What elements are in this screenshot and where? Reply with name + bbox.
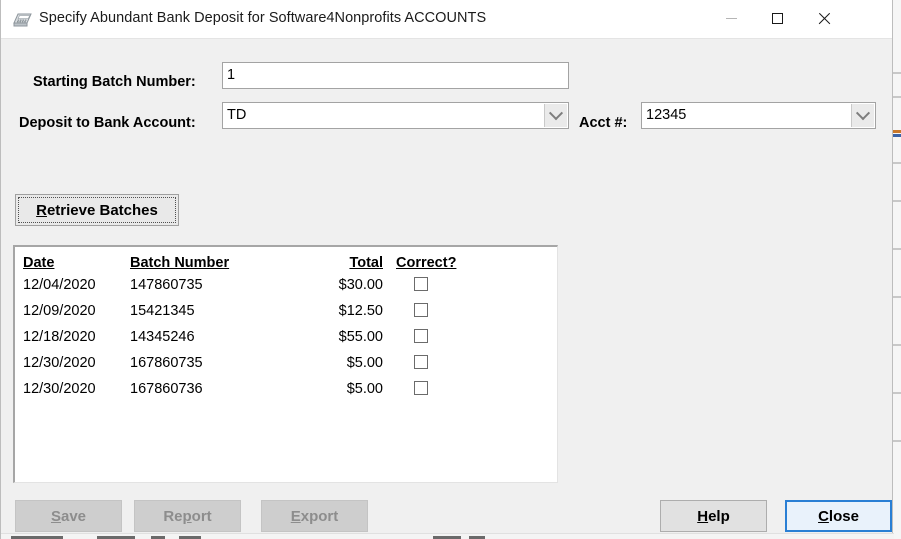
table-row[interactable]: 12/09/2020 15421345 $12.50 xyxy=(23,303,443,329)
acct-number-dropdown-button[interactable] xyxy=(851,104,874,127)
cell-total: $5.00 xyxy=(346,355,383,371)
cell-total: $12.50 xyxy=(338,303,383,319)
correct-checkbox[interactable] xyxy=(414,303,428,317)
acct-number-select[interactable]: 12345 xyxy=(641,102,876,129)
retrieve-batches-button[interactable]: Retrieve Batches xyxy=(15,194,179,226)
export-label: Export xyxy=(290,507,339,525)
title-bar: Specify Abundant Bank Deposit for Softwa… xyxy=(1,0,892,39)
chevron-down-icon xyxy=(548,105,564,120)
window-title: Specify Abundant Bank Deposit for Softwa… xyxy=(39,10,487,26)
cell-correct xyxy=(396,355,486,371)
cell-correct xyxy=(396,329,486,345)
save-button[interactable]: Save xyxy=(15,500,122,532)
batches-list-box[interactable]: Date Batch Number Total Correct? 12/04/2… xyxy=(13,245,558,483)
maximize-icon xyxy=(771,13,783,24)
correct-checkbox[interactable] xyxy=(414,277,428,291)
cell-date: 12/30/2020 xyxy=(23,381,96,397)
cell-date: 12/04/2020 xyxy=(23,277,96,293)
adding-machine-icon xyxy=(13,10,33,28)
cell-correct xyxy=(396,277,486,293)
cell-correct xyxy=(396,303,486,319)
cell-correct xyxy=(396,381,486,397)
close-button[interactable]: Close xyxy=(785,500,892,532)
table-row[interactable]: 12/18/2020 14345246 $55.00 xyxy=(23,329,443,355)
close-icon xyxy=(817,12,830,25)
minimize-button[interactable] xyxy=(708,0,754,37)
report-button[interactable]: Report xyxy=(134,500,241,532)
acct-number-label: Acct #: xyxy=(579,115,628,131)
help-label: Help xyxy=(697,507,730,525)
starting-batch-number-label: Starting Batch Number: xyxy=(33,74,196,90)
background-window-sliver xyxy=(892,0,901,539)
deposit-to-bank-account-select[interactable]: TD xyxy=(222,102,569,129)
deposit-account-value: TD xyxy=(227,107,247,123)
cell-date: 12/18/2020 xyxy=(23,329,96,345)
table-row[interactable]: 12/30/2020 167860736 $5.00 xyxy=(23,381,443,407)
cell-total: $5.00 xyxy=(346,381,383,397)
batches-grid: Date Batch Number Total Correct? 12/04/2… xyxy=(23,255,456,407)
column-header-correct: Correct? xyxy=(396,255,457,271)
correct-checkbox[interactable] xyxy=(414,381,428,395)
acct-number-value: 12345 xyxy=(646,107,687,123)
report-label: Report xyxy=(163,507,212,525)
close-window-button[interactable] xyxy=(800,0,846,37)
retrieve-mnemonic: R xyxy=(36,201,47,219)
export-button[interactable]: Export xyxy=(261,500,368,532)
correct-checkbox[interactable] xyxy=(414,355,428,369)
save-label: Save xyxy=(50,507,87,525)
cell-total: $55.00 xyxy=(338,329,383,345)
table-row[interactable]: 12/04/2020 147860735 $30.00 xyxy=(23,277,443,303)
client-area: Starting Batch Number: 1 Deposit to Bank… xyxy=(1,39,894,539)
correct-checkbox[interactable] xyxy=(414,329,428,343)
cell-date: 12/30/2020 xyxy=(23,355,96,371)
help-button[interactable]: Help xyxy=(660,500,767,532)
column-header-total: Total xyxy=(349,255,383,271)
column-header-date: Date xyxy=(23,255,55,271)
table-header-row: Date Batch Number Total Correct? xyxy=(23,255,456,277)
retrieve-batches-label: Retrieve Batches xyxy=(36,202,158,219)
dialog-window: Specify Abundant Bank Deposit for Softwa… xyxy=(0,0,894,539)
deposit-account-dropdown-button[interactable] xyxy=(544,104,567,127)
chevron-down-icon xyxy=(855,105,871,120)
deposit-to-bank-account-label: Deposit to Bank Account: xyxy=(19,115,196,131)
maximize-button[interactable] xyxy=(754,0,800,37)
screen: Specify Abundant Bank Deposit for Softwa… xyxy=(0,0,901,539)
starting-batch-number-input[interactable]: 1 xyxy=(222,62,569,89)
cell-total: $30.00 xyxy=(338,277,383,293)
cell-date: 12/09/2020 xyxy=(23,303,96,319)
retrieve-rest: etrieve Batches xyxy=(46,201,158,219)
close-label: Close xyxy=(818,507,859,525)
background-window-peek xyxy=(1,533,894,539)
table-row[interactable]: 12/30/2020 167860735 $5.00 xyxy=(23,355,443,381)
minimize-icon xyxy=(725,18,737,19)
